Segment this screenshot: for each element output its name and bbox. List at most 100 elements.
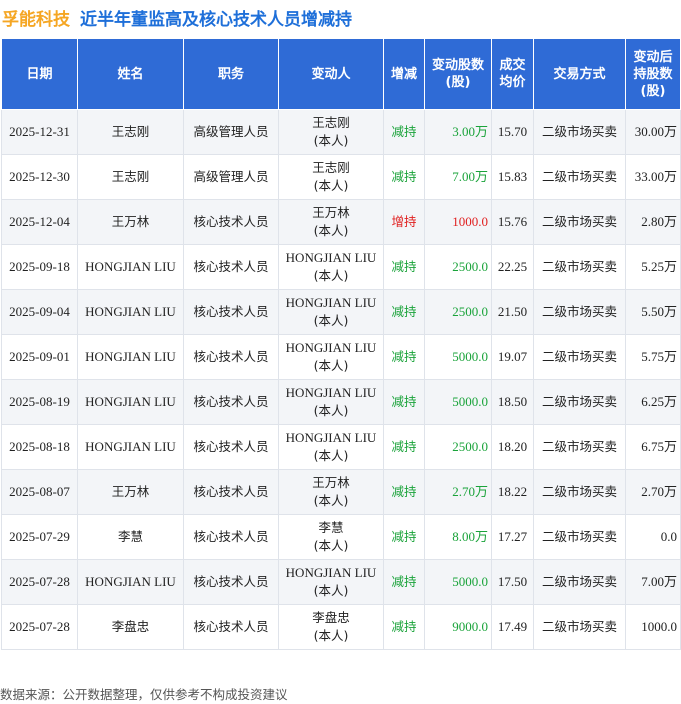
holding-change-table: 日期 姓名 职务 变动人 增减 变动股数 (股) 成交 均价 交易方式 变动后 持股数 (股) 2025… — [1, 38, 681, 650]
name-cell: 王万林 — [77, 199, 184, 245]
table-row: 2025-12-04 王万林 核心技术人员 王万林 (本人) 增持 1000.0 15.76 二… — [1, 199, 681, 245]
changer-name: 李盘忠 — [312, 610, 350, 625]
changer-name: 王志刚 — [312, 115, 350, 130]
shares-cell: 2.70万 — [424, 469, 492, 515]
changer-name: HONGJIAN LIU — [285, 295, 377, 310]
method-cell: 二级市场买卖 — [533, 244, 626, 290]
role-cell: 高级管理人员 — [183, 109, 279, 155]
shares-cell: 5000.0 — [424, 379, 492, 425]
price-cell: 18.50 — [491, 379, 534, 425]
method-cell: 二级市场买卖 — [533, 199, 626, 245]
shares-cell: 7.00万 — [424, 154, 492, 200]
role-cell: 核心技术人员 — [183, 514, 279, 560]
after-cell: 30.00万 — [625, 109, 681, 155]
direction-cell: 减持 — [383, 514, 425, 560]
price-cell: 17.50 — [491, 559, 534, 605]
method-cell: 二级市场买卖 — [533, 154, 626, 200]
date-cell: 2025-12-04 — [1, 199, 78, 245]
changer-name: 李慧 — [318, 520, 344, 535]
after-cell: 7.00万 — [625, 559, 681, 605]
col-changer-header: 变动人 — [278, 38, 384, 110]
changer-note: (本人) — [313, 628, 349, 643]
name-cell: HONGJIAN LIU — [77, 244, 184, 290]
name-cell: 李慧 — [77, 514, 184, 560]
company-name: 孚能科技 — [2, 9, 70, 30]
after-cell: 0.0 — [625, 514, 681, 560]
date-cell: 2025-08-07 — [1, 469, 78, 515]
after-cell: 5.50万 — [625, 289, 681, 335]
page-title: 近半年董监高及核心技术人员增减持 — [80, 9, 352, 30]
col-after-header: 变动后 持股数 (股) — [625, 38, 681, 110]
date-cell: 2025-12-31 — [1, 109, 78, 155]
price-cell: 15.83 — [491, 154, 534, 200]
name-cell: HONGJIAN LIU — [77, 559, 184, 605]
table-row: 2025-09-04 HONGJIAN LIU 核心技术人员 HONGJIAN LIU… — [1, 289, 681, 335]
changer-note: (本人) — [313, 448, 349, 463]
changer-note: (本人) — [313, 223, 349, 238]
method-cell: 二级市场买卖 — [533, 469, 626, 515]
changer-note: (本人) — [313, 403, 349, 418]
changer-cell: 王万林 (本人) — [278, 199, 384, 245]
changer-note: (本人) — [313, 493, 349, 508]
changer-cell: HONGJIAN LIU (本人) — [278, 289, 384, 335]
shares-cell: 1000.0 — [424, 199, 492, 245]
after-cell: 1000.0 — [625, 604, 681, 650]
changer-name: 王万林 — [312, 205, 350, 220]
col-direction-header: 增减 — [383, 38, 425, 110]
role-cell: 核心技术人员 — [183, 424, 279, 470]
changer-cell: 李盘忠 (本人) — [278, 604, 384, 650]
changer-name: HONGJIAN LIU — [285, 565, 377, 580]
col-method-header: 交易方式 — [533, 38, 626, 110]
footer-note: 数据来源：公开数据整理，仅供参考不构成投资建议 — [0, 687, 288, 702]
changer-cell: 李慧 (本人) — [278, 514, 384, 560]
changer-cell: HONGJIAN LIU (本人) — [278, 379, 384, 425]
direction-cell: 减持 — [383, 604, 425, 650]
changer-name: 王万林 — [312, 475, 350, 490]
changer-name: HONGJIAN LIU — [285, 430, 377, 445]
changer-note: (本人) — [313, 313, 349, 328]
changer-note: (本人) — [313, 583, 349, 598]
name-cell: HONGJIAN LIU — [77, 334, 184, 380]
shares-cell: 8.00万 — [424, 514, 492, 560]
direction-cell: 减持 — [383, 559, 425, 605]
direction-cell: 减持 — [383, 154, 425, 200]
name-cell: 王万林 — [77, 469, 184, 515]
table-row: 2025-09-18 HONGJIAN LIU 核心技术人员 HONGJIAN LIU… — [1, 244, 681, 290]
after-cell: 33.00万 — [625, 154, 681, 200]
date-cell: 2025-12-30 — [1, 154, 78, 200]
changer-cell: HONGJIAN LIU (本人) — [278, 559, 384, 605]
col-shares-header: 变动股数 (股) — [424, 38, 492, 110]
changer-cell: 王志刚 (本人) — [278, 154, 384, 200]
role-cell: 核心技术人员 — [183, 469, 279, 515]
method-cell: 二级市场买卖 — [533, 424, 626, 470]
changer-cell: HONGJIAN LIU (本人) — [278, 244, 384, 290]
price-cell: 15.70 — [491, 109, 534, 155]
table-row: 2025-08-07 王万林 核心技术人员 王万林 (本人) 减持 2.70万 18.22 二级… — [1, 469, 681, 515]
title-bar: 孚能科技 近半年董监高及核心技术人员增减持 — [0, 0, 681, 34]
name-cell: HONGJIAN LIU — [77, 424, 184, 470]
method-cell: 二级市场买卖 — [533, 379, 626, 425]
role-cell: 核心技术人员 — [183, 334, 279, 380]
shares-cell: 2500.0 — [424, 289, 492, 335]
direction-cell: 减持 — [383, 334, 425, 380]
method-cell: 二级市场买卖 — [533, 514, 626, 560]
role-cell: 核心技术人员 — [183, 199, 279, 245]
name-cell: HONGJIAN LIU — [77, 289, 184, 335]
changer-cell: 王志刚 (本人) — [278, 109, 384, 155]
table-row: 2025-08-18 HONGJIAN LIU 核心技术人员 HONGJIAN LIU… — [1, 424, 681, 470]
shares-cell: 2500.0 — [424, 424, 492, 470]
direction-cell: 减持 — [383, 109, 425, 155]
shares-cell: 9000.0 — [424, 604, 492, 650]
after-cell: 2.80万 — [625, 199, 681, 245]
changer-name: HONGJIAN LIU — [285, 340, 377, 355]
method-cell: 二级市场买卖 — [533, 559, 626, 605]
method-cell: 二级市场买卖 — [533, 604, 626, 650]
role-cell: 高级管理人员 — [183, 154, 279, 200]
changer-cell: HONGJIAN LIU (本人) — [278, 424, 384, 470]
changer-note: (本人) — [313, 358, 349, 373]
price-cell: 19.07 — [491, 334, 534, 380]
shares-cell: 2500.0 — [424, 244, 492, 290]
price-cell: 18.20 — [491, 424, 534, 470]
table-row: 2025-07-28 HONGJIAN LIU 核心技术人员 HONGJIAN LIU… — [1, 559, 681, 605]
after-cell: 6.75万 — [625, 424, 681, 470]
